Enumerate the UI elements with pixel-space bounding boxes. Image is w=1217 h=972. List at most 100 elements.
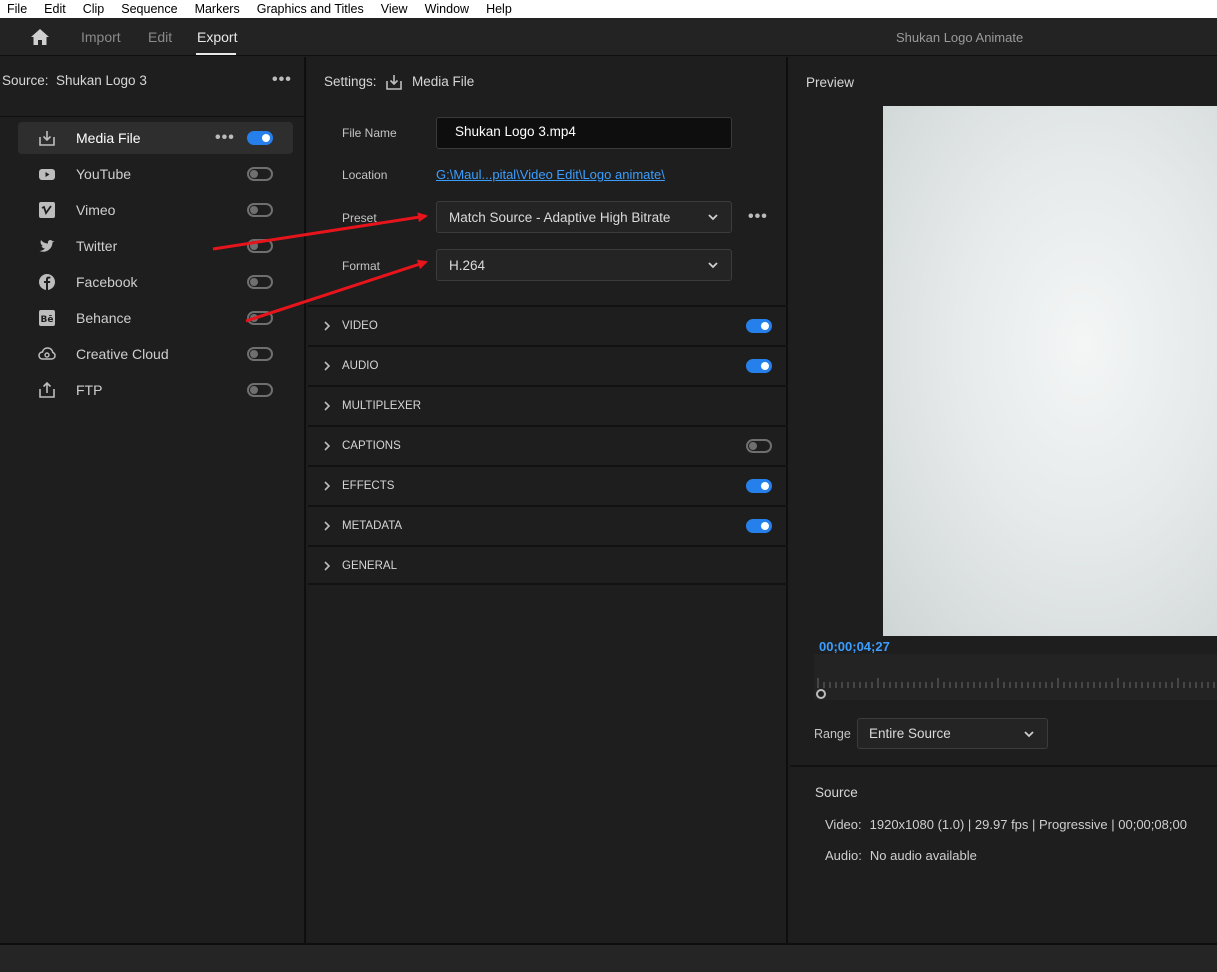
destination-label: FTP — [76, 382, 103, 398]
menu-help[interactable]: Help — [486, 2, 512, 16]
menu-view[interactable]: View — [381, 2, 408, 16]
destination-toggle[interactable] — [247, 383, 273, 397]
destination-label: Creative Cloud — [76, 346, 169, 362]
destination-toggle[interactable] — [247, 347, 273, 361]
destination-toggle[interactable] — [247, 167, 273, 181]
section-label: GENERAL — [342, 560, 397, 572]
download-icon — [39, 131, 55, 146]
tab-edit[interactable]: Edit — [148, 29, 172, 45]
video-info-label: Video: — [825, 817, 862, 832]
menu-edit[interactable]: Edit — [44, 2, 66, 16]
settings-target: Media File — [412, 74, 475, 89]
audio-info-label: Audio: — [825, 848, 862, 863]
panel-divider — [790, 765, 1217, 767]
video-info: Video: 1920x1080 (1.0) | 29.97 fps | Prog… — [825, 817, 1187, 832]
preset-value: Match Source - Adaptive High Bitrate — [449, 210, 671, 225]
section-effects[interactable]: EFFECTS — [308, 465, 788, 505]
twitter-icon — [39, 240, 55, 252]
video-info-value: 1920x1080 (1.0) | 29.97 fps | Progressiv… — [869, 817, 1187, 832]
destination-toggle[interactable] — [247, 239, 273, 253]
destination-creative-cloud[interactable]: Creative Cloud — [18, 338, 293, 370]
settings-panel: Settings: Media File File Name Shukan Lo… — [308, 57, 788, 943]
tab-import[interactable]: Import — [81, 29, 121, 45]
settings-label: Settings: — [324, 74, 377, 89]
timeline-scrubber[interactable] — [814, 654, 1217, 700]
preview-title: Preview — [806, 75, 855, 90]
home-icon[interactable] — [30, 28, 50, 46]
destination-label: YouTube — [76, 166, 132, 182]
destination-behance[interactable]: Bē Behance — [18, 302, 293, 334]
playhead-handle[interactable] — [816, 689, 826, 699]
destination-vimeo[interactable]: Vimeo — [18, 194, 293, 226]
chevron-right-icon — [324, 481, 331, 491]
section-toggle[interactable] — [746, 319, 772, 333]
source-label: Source: — [2, 73, 49, 88]
destination-youtube[interactable]: YouTube — [18, 158, 293, 190]
settings-sections: VIDEO AUDIO MULTIPLEXER CAPTIONS EFFECTS… — [308, 305, 788, 585]
section-label: EFFECTS — [342, 480, 395, 492]
destination-toggle[interactable] — [247, 311, 273, 325]
destination-toggle[interactable] — [247, 275, 273, 289]
behance-icon: Bē — [39, 310, 55, 326]
destination-media-file[interactable]: Media File ••• — [18, 122, 293, 154]
preview-frame — [883, 106, 1217, 636]
destination-label: Vimeo — [76, 202, 116, 218]
destination-toggle[interactable] — [247, 131, 273, 145]
menu-sequence[interactable]: Sequence — [121, 2, 177, 16]
destination-more-icon[interactable]: ••• — [215, 130, 235, 146]
tab-export[interactable]: Export — [197, 29, 237, 45]
section-toggle[interactable] — [746, 479, 772, 493]
source-info-title: Source — [815, 785, 858, 800]
menu-graphics-and-titles[interactable]: Graphics and Titles — [257, 2, 364, 16]
section-label: METADATA — [342, 520, 403, 532]
destination-label: Twitter — [76, 238, 118, 254]
menu-clip[interactable]: Clip — [83, 2, 105, 16]
format-value: H.264 — [449, 258, 486, 273]
preset-label: Preset — [342, 211, 377, 225]
destination-ftp[interactable]: FTP — [18, 374, 293, 406]
section-captions[interactable]: CAPTIONS — [308, 425, 788, 465]
destination-facebook[interactable]: Facebook — [18, 266, 293, 298]
section-multiplexer[interactable]: MULTIPLEXER — [308, 385, 788, 425]
destination-list: Media File ••• YouTube Vimeo Twitter Fac… — [18, 122, 293, 410]
location-link[interactable]: G:\Maul...pital\Video Edit\Logo animate\ — [436, 167, 665, 182]
section-toggle[interactable] — [746, 439, 772, 453]
creative-cloud-icon — [38, 347, 56, 360]
location-label: Location — [342, 168, 388, 182]
destination-label: Facebook — [76, 274, 138, 290]
section-metadata[interactable]: METADATA — [308, 505, 788, 545]
workspace-header: Import Edit Export Shukan Logo Animate — [0, 18, 1217, 56]
chevron-down-icon — [1024, 731, 1034, 738]
preset-dropdown[interactable]: Match Source - Adaptive High Bitrate — [436, 201, 732, 233]
chevron-right-icon — [324, 321, 331, 331]
section-label: CAPTIONS — [342, 440, 401, 452]
format-dropdown[interactable]: H.264 — [436, 249, 732, 281]
format-label: Format — [342, 259, 381, 273]
section-toggle[interactable] — [746, 359, 772, 373]
range-label: Range — [814, 727, 851, 741]
menu-window[interactable]: Window — [425, 2, 469, 16]
file-name-input[interactable]: Shukan Logo 3.mp4 — [436, 117, 732, 149]
destination-label: Behance — [76, 310, 132, 326]
section-general[interactable]: GENERAL — [308, 545, 788, 585]
section-audio[interactable]: AUDIO — [308, 345, 788, 385]
menu-file[interactable]: File — [7, 2, 27, 16]
menu-markers[interactable]: Markers — [195, 2, 240, 16]
timecode[interactable]: 00;00;04;27 — [819, 639, 890, 654]
file-name-label: File Name — [342, 126, 397, 140]
chevron-down-icon — [708, 262, 718, 269]
upload-icon — [39, 381, 55, 398]
destination-toggle[interactable] — [247, 203, 273, 217]
preset-more-icon[interactable]: ••• — [748, 209, 768, 225]
menu-bar: File Edit Clip Sequence Markers Graphics… — [0, 0, 1217, 18]
source-more-icon[interactable]: ••• — [272, 72, 292, 88]
range-dropdown[interactable]: Entire Source — [857, 718, 1048, 749]
source-header: Source: Shukan Logo 3 ••• — [0, 57, 304, 117]
destination-twitter[interactable]: Twitter — [18, 230, 293, 262]
chevron-right-icon — [324, 561, 331, 571]
section-video[interactable]: VIDEO — [308, 305, 788, 345]
range-value: Entire Source — [869, 726, 951, 741]
section-toggle[interactable] — [746, 519, 772, 533]
svg-text:Bē: Bē — [41, 315, 54, 325]
timeline-ruler — [817, 678, 1215, 688]
